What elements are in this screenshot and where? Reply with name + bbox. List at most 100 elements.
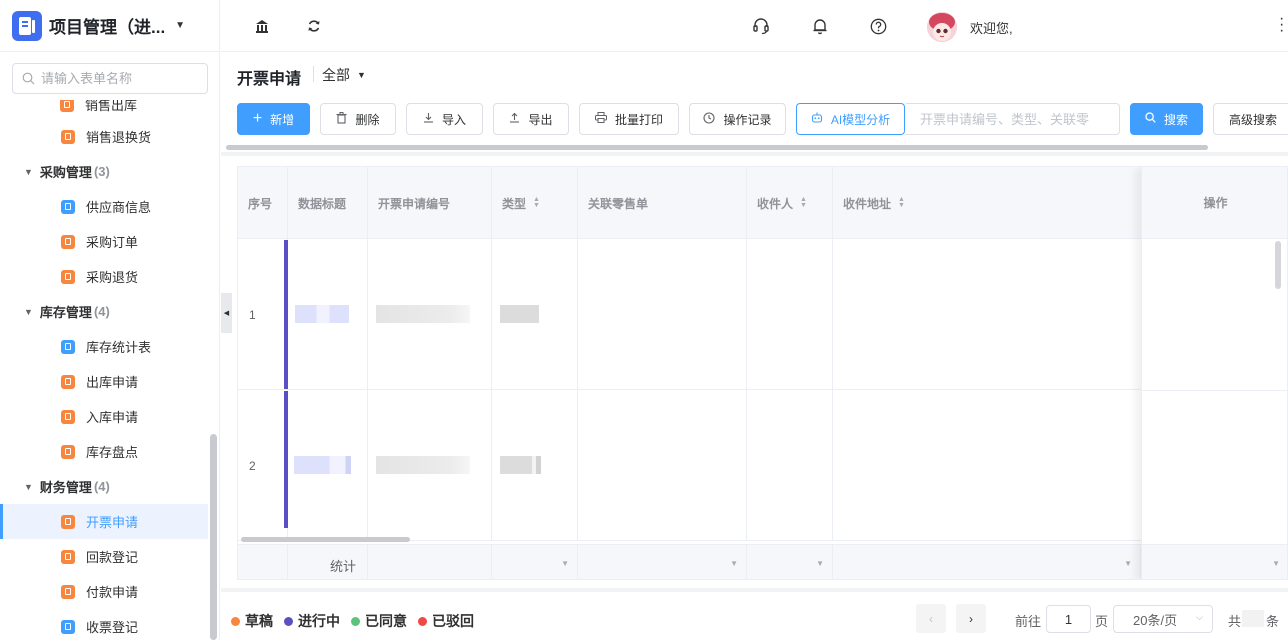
column-header-retail-order: 关联零售单 <box>578 167 747 239</box>
redacted-value <box>295 305 349 323</box>
cell-type <box>492 390 578 541</box>
chevron-right-icon: › <box>969 611 973 626</box>
sidebar-item-label: 采购订单 <box>86 235 139 250</box>
form-icon <box>61 409 75 424</box>
page-size-select[interactable]: 20条/页 ⌵ <box>1113 605 1213 633</box>
sidebar-item[interactable]: 销售退换货 <box>0 119 208 154</box>
sidebar-item-clipped[interactable]: 销售出库 <box>60 100 137 114</box>
view-filter-dropdown[interactable]: 全部 ▼ <box>322 65 366 85</box>
column-header-label: 操作 <box>1203 196 1228 210</box>
sidebar-item-label: 供应商信息 <box>86 200 152 215</box>
sidebar-item[interactable]: 入库申请 <box>0 399 208 434</box>
app-switcher[interactable]: 项目管理（进... ▼ <box>0 0 219 52</box>
sidebar-item[interactable]: 供应商信息 <box>0 189 208 224</box>
status-legend: 草稿 进行中 已同意 已驳回 <box>231 611 485 631</box>
sidebar-item[interactable]: 收票登记 <box>0 609 208 640</box>
page-number-input[interactable]: 1 <box>1046 605 1091 633</box>
search-button-label: 搜索 <box>1163 112 1188 127</box>
trash-icon <box>336 111 347 127</box>
summary-dropdown[interactable]: ▼ <box>578 545 747 579</box>
avatar[interactable] <box>927 12 957 42</box>
delete-button[interactable]: 删除 <box>320 103 396 135</box>
status-dot <box>284 616 293 626</box>
table-row[interactable]: 1 <box>238 239 1287 390</box>
import-button[interactable]: 导入 <box>406 103 483 135</box>
sidebar-collapse-button[interactable]: ◀ <box>221 293 232 333</box>
operation-log-button[interactable]: 操作记录 <box>689 103 786 135</box>
sidebar-item[interactable]: 采购退货 <box>0 259 208 294</box>
add-button-label: 新增 <box>270 112 295 127</box>
help-icon[interactable] <box>869 17 887 35</box>
sidebar-group[interactable]: ▼ 库存管理 (4) <box>0 294 208 329</box>
form-icon <box>61 374 75 389</box>
sidebar-item[interactable]: 回款登记 <box>0 539 208 574</box>
sidebar-group[interactable]: ▼ 采购管理 (3) <box>0 154 208 189</box>
column-header-address[interactable]: 收件地址 ▲ ▼ <box>833 167 1141 239</box>
sidebar: 项目管理（进... ▼ 销售出库 销售退换货 ▼ 采购管理(3) 供应商信息采购订单采… <box>0 0 220 640</box>
operation-column: 操作 ▼ <box>1141 167 1287 579</box>
sidebar-item-label: 回款登记 <box>86 550 139 565</box>
add-button[interactable]: + 新增 <box>237 103 310 135</box>
caret-down-icon: ▼ <box>175 20 186 31</box>
summary-dropdown[interactable]: ▼ <box>1142 544 1287 579</box>
sort-icon[interactable]: ▲ ▼ <box>898 196 905 209</box>
status-dot <box>231 616 240 626</box>
welcome-text: 欢迎您, <box>970 21 1013 36</box>
sidebar-item[interactable]: 采购订单 <box>0 224 208 259</box>
printer-icon <box>594 112 607 126</box>
summary-dropdown[interactable]: ▼ <box>747 545 833 579</box>
batch-print-button[interactable]: 批量打印 <box>579 103 679 135</box>
summary-dropdown[interactable]: ▼ <box>833 545 1141 579</box>
bank-icon[interactable] <box>253 17 271 35</box>
sidebar-group[interactable]: ▼ 财务管理 (4) <box>0 469 208 504</box>
prev-page-button[interactable]: ‹ <box>916 604 946 633</box>
sidebar-scrollbar[interactable] <box>210 434 217 640</box>
more-vertical-icon[interactable]: · · · <box>1279 11 1284 39</box>
total-prefix: 共 <box>1228 614 1242 629</box>
search-icon <box>1145 112 1156 126</box>
chevron-down-icon: ⌵ <box>1196 612 1203 622</box>
record-search-input[interactable] <box>920 111 1115 127</box>
column-header-recipient[interactable]: 收件人 ▲ ▼ <box>747 167 833 239</box>
sidebar-item[interactable]: 库存盘点 <box>0 434 208 469</box>
plus-icon: + <box>252 110 263 127</box>
top-bar: 欢迎您, · · · <box>221 0 1288 52</box>
form-search[interactable] <box>12 63 208 94</box>
sort-icon[interactable]: ▲ ▼ <box>800 196 807 209</box>
page-size-value: 20条/页 <box>1133 612 1178 628</box>
form-icon <box>61 444 75 459</box>
export-button[interactable]: 导出 <box>493 103 569 135</box>
sort-icon[interactable]: ▲ ▼ <box>533 196 540 209</box>
column-header-type[interactable]: 类型 ▲ ▼ <box>492 167 578 239</box>
sidebar-item-label: 出库申请 <box>86 375 139 390</box>
table-row[interactable]: 2 <box>238 390 1287 541</box>
caret-down-icon: ▼ <box>816 559 824 568</box>
sidebar-group-label: 财务管理 <box>39 480 92 495</box>
refresh-icon[interactable] <box>305 17 323 35</box>
record-search-field[interactable] <box>906 103 1120 135</box>
summary-dropdown[interactable]: ▼ <box>492 545 578 579</box>
row-index: 1 <box>238 239 288 390</box>
advanced-search-button[interactable]: 高级搜索 <box>1213 103 1288 135</box>
sidebar-item-label: 开票申请 <box>86 515 139 530</box>
toolbar-scrollbar[interactable] <box>226 145 1208 150</box>
table-horizontal-scrollbar[interactable] <box>241 537 410 542</box>
sidebar-item[interactable]: 付款申请 <box>0 574 208 609</box>
legend-label: 进行中 <box>298 613 340 629</box>
caret-down-icon: ▼ <box>357 70 366 80</box>
column-header-label: 收件地址 <box>843 196 892 211</box>
app-title: 项目管理（进... <box>49 18 166 37</box>
caret-down-icon: ▼ <box>24 481 33 492</box>
table-vertical-scrollbar[interactable] <box>1275 241 1281 289</box>
ai-analysis-button-label: AI模型分析 <box>830 112 891 127</box>
next-page-button[interactable]: › <box>956 604 986 633</box>
search-button[interactable]: 搜索 <box>1130 103 1203 135</box>
ai-analysis-button[interactable]: AI模型分析 <box>796 103 905 135</box>
sidebar-item[interactable]: 出库申请 <box>0 364 208 399</box>
headset-icon[interactable] <box>752 17 770 35</box>
bell-icon[interactable] <box>811 17 829 35</box>
form-search-input[interactable] <box>41 71 201 86</box>
sidebar-item[interactable]: 开票申请 <box>0 504 208 539</box>
form-icon <box>61 129 75 144</box>
sidebar-item[interactable]: 库存统计表 <box>0 329 208 364</box>
